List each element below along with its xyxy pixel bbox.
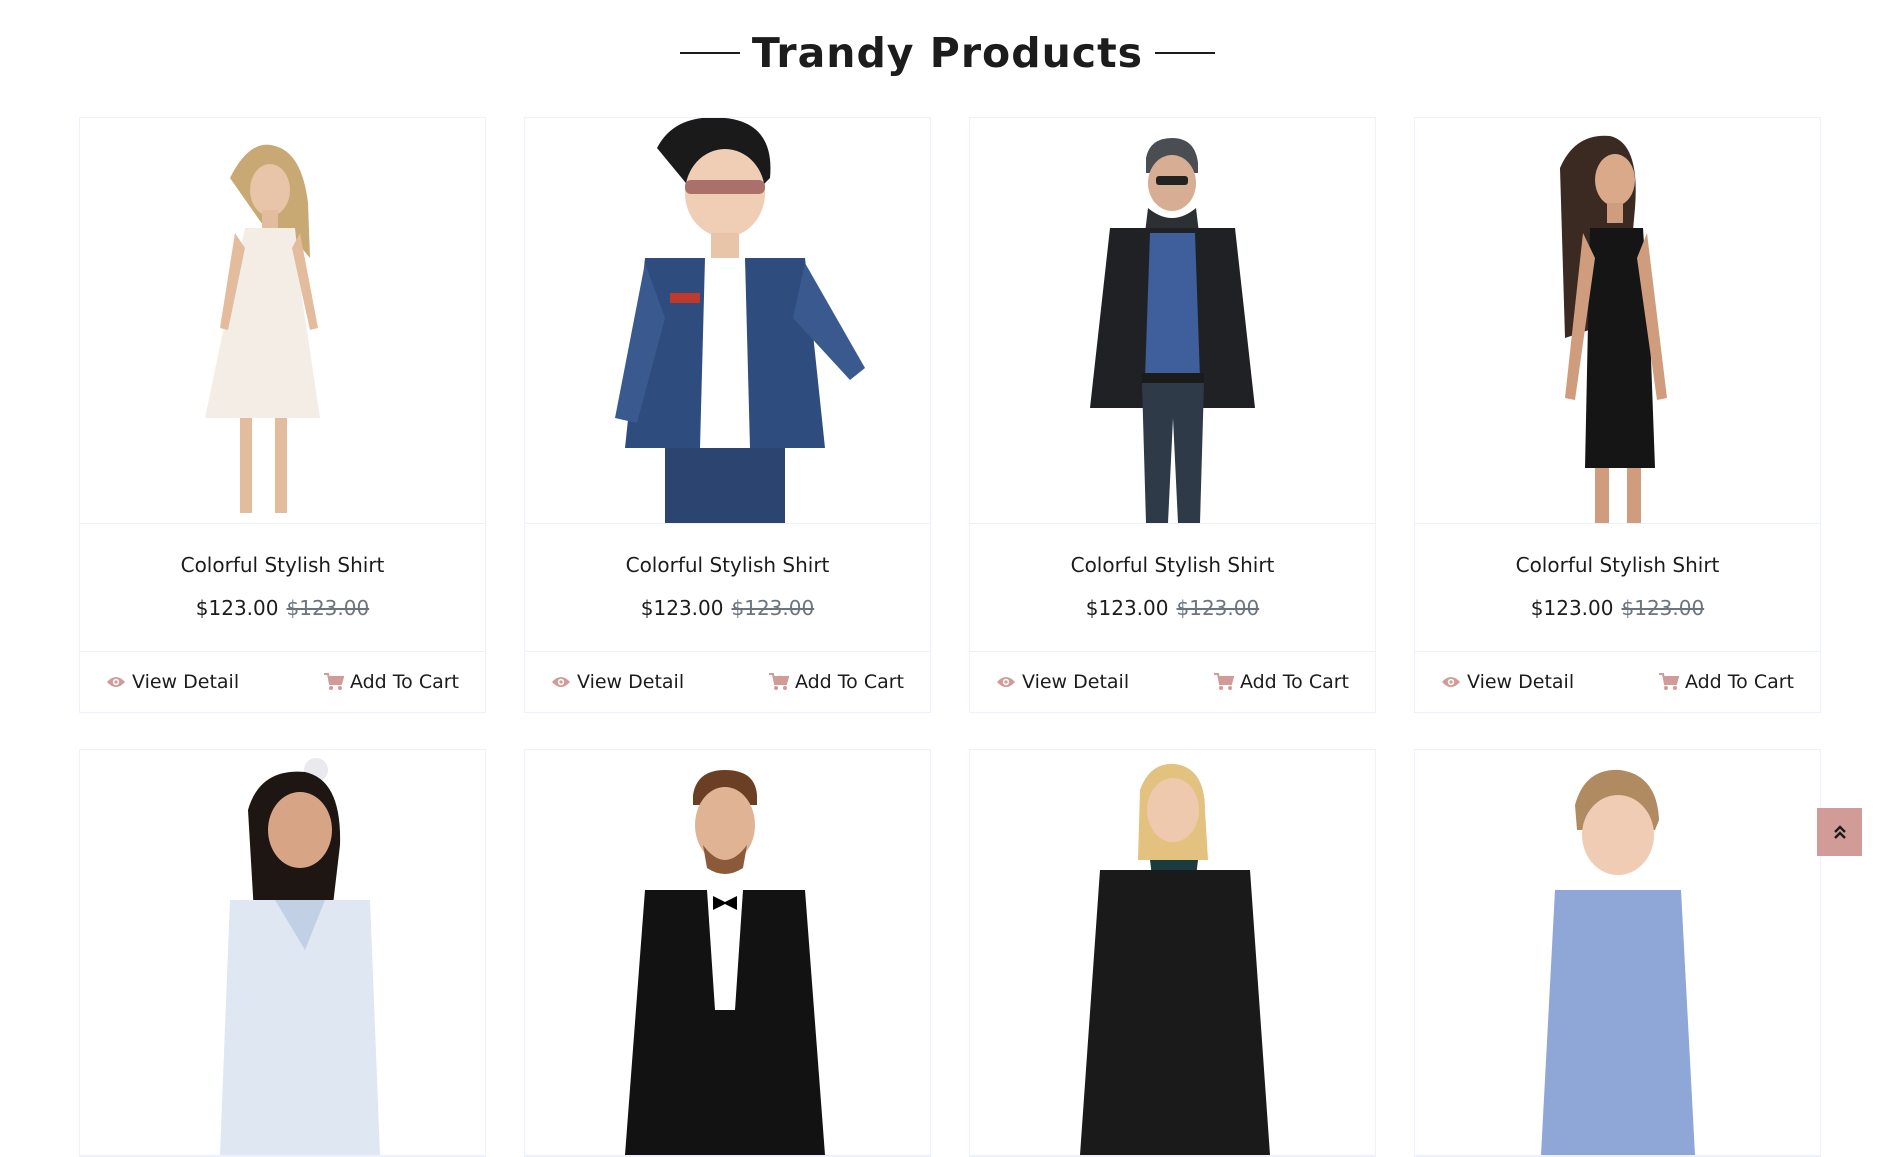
product-old-price: $123.00 [731,596,815,620]
add-to-cart-button[interactable]: Add To Cart [1658,671,1794,693]
view-detail-label: View Detail [1467,671,1575,693]
product-photo-woman-black-dress [1560,135,1667,523]
price-row: $123.00 $123.00 [80,596,485,620]
product-image[interactable] [80,750,485,1156]
product-photo-man-leather-jacket [1090,138,1255,523]
eye-icon [107,677,125,687]
product-actions: View Detail Add To Cart [80,652,485,712]
product-image[interactable] [970,118,1375,524]
eye-icon [997,677,1015,687]
shopping-cart-icon [768,673,789,690]
product-price: $123.00 [640,596,724,620]
eye-icon [552,677,570,687]
add-to-cart-label: Add To Cart [349,671,459,693]
product-actions: View Detail Add To Cart [970,652,1375,712]
product-card [79,749,486,1157]
title-rule-right [1155,52,1216,54]
price-row: $123.00 $123.00 [970,596,1375,620]
product-actions: View Detail Add To Cart [1415,652,1820,712]
product-card: Colorful Stylish Shirt $123.00 $123.00 Vi… [79,117,486,713]
product-price: $123.00 [1530,596,1614,620]
add-to-cart-button[interactable]: Add To Cart [323,671,459,693]
product-image[interactable] [525,750,930,1156]
add-to-cart-label: Add To Cart [1684,671,1794,693]
section-title: Trandy Products [0,28,1895,78]
view-detail-button[interactable]: View Detail [106,671,239,693]
product-image[interactable] [525,118,930,524]
product-photo-man-tuxedo [625,770,825,1155]
product-actions: View Detail Add To Cart [525,652,930,712]
product-image[interactable] [1415,750,1820,1156]
add-to-cart-label: Add To Cart [794,671,904,693]
add-to-cart-button[interactable]: Add To Cart [1213,671,1349,693]
product-card [524,749,931,1157]
product-name[interactable]: Colorful Stylish Shirt [970,553,1375,577]
product-card: Colorful Stylish Shirt $123.00 $123.00 Vi… [1414,117,1821,713]
product-image[interactable] [970,750,1375,1156]
product-card: Colorful Stylish Shirt $123.00 $123.00 Vi… [969,117,1376,713]
double-chevron-up-icon [1833,825,1846,839]
product-price: $123.00 [195,596,279,620]
price-row: $123.00 $123.00 [1415,596,1820,620]
add-to-cart-button[interactable]: Add To Cart [768,671,904,693]
product-old-price: $123.00 [286,596,370,620]
product-info: Colorful Stylish Shirt $123.00 $123.00 [1415,524,1820,652]
product-card [1414,749,1821,1157]
shopping-cart-icon [1213,673,1234,690]
view-detail-label: View Detail [132,671,240,693]
view-detail-button[interactable]: View Detail [996,671,1129,693]
product-name[interactable]: Colorful Stylish Shirt [1415,553,1820,577]
product-image[interactable] [80,118,485,524]
product-old-price: $123.00 [1621,596,1705,620]
product-photo-boy-denim-jacket [615,118,865,523]
product-image[interactable] [1415,118,1820,524]
section-heading: Trandy Products [751,29,1144,77]
product-info: Colorful Stylish Shirt $123.00 $123.00 [525,524,930,652]
product-name[interactable]: Colorful Stylish Shirt [80,553,485,577]
view-detail-label: View Detail [1022,671,1130,693]
product-photo-boy-blue-shirt [1541,769,1695,1155]
product-price: $123.00 [1085,596,1169,620]
product-photo-woman-white-dress [205,144,320,513]
product-name[interactable]: Colorful Stylish Shirt [525,553,930,577]
product-card [969,749,1376,1157]
product-card: Colorful Stylish Shirt $123.00 $123.00 Vi… [524,117,931,713]
product-photo-girl-white-top [220,758,380,1155]
view-detail-button[interactable]: View Detail [551,671,684,693]
shopping-cart-icon [1658,673,1679,690]
title-rule-left [679,52,740,54]
price-row: $123.00 $123.00 [525,596,930,620]
view-detail-button[interactable]: View Detail [1441,671,1574,693]
back-to-top-button[interactable] [1817,808,1862,856]
product-old-price: $123.00 [1176,596,1260,620]
eye-icon [1442,677,1460,687]
product-info: Colorful Stylish Shirt $123.00 $123.00 [970,524,1375,652]
add-to-cart-label: Add To Cart [1239,671,1349,693]
product-photo-woman-black-coat [1080,763,1270,1155]
view-detail-label: View Detail [577,671,685,693]
shopping-cart-icon [323,673,344,690]
product-info: Colorful Stylish Shirt $123.00 $123.00 [80,524,485,652]
product-grid: Colorful Stylish Shirt $123.00 $123.00 Vi… [79,117,1821,1157]
